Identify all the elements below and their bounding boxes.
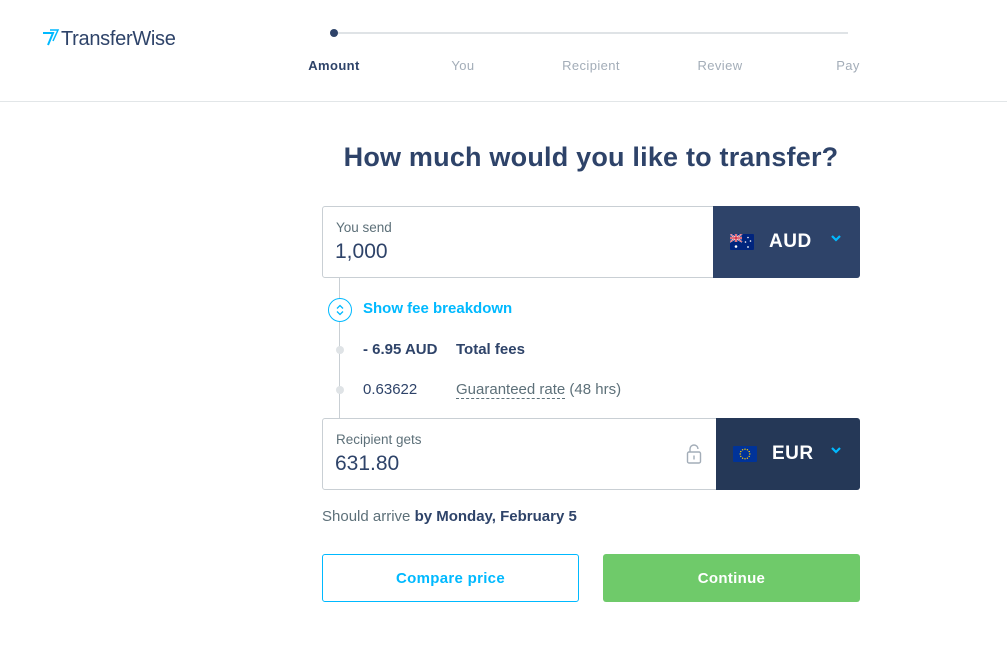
arrival-estimate: Should arrive by Monday, February 5: [322, 508, 577, 525]
exchange-rate-value: 0.63622: [363, 381, 418, 398]
rate-dot: [336, 386, 344, 394]
stepper-track: [334, 32, 848, 34]
step-review: Review: [697, 58, 743, 73]
total-fee-amount: - 6.95 AUD: [363, 341, 438, 358]
brand-name: TransferWise: [61, 28, 176, 50]
guaranteed-rate-link[interactable]: Guaranteed rate: [456, 381, 566, 399]
recipient-currency-code: EUR: [772, 443, 814, 464]
brand-logo[interactable]: TransferWise: [41, 28, 176, 51]
logo-mark-icon: [43, 28, 60, 45]
eu-flag-icon: [733, 446, 757, 462]
continue-button[interactable]: Continue: [603, 554, 860, 602]
rate-duration: (48 hrs): [569, 381, 622, 398]
step-recipient: Recipient: [562, 58, 620, 73]
guaranteed-rate-info: Guaranteed rate (48 hrs): [456, 381, 622, 399]
send-amount-input[interactable]: 1,000: [335, 240, 388, 264]
fee-dot: [336, 346, 344, 354]
send-amount-field[interactable]: You send 1,000 AUD: [322, 206, 860, 278]
step-amount: Amount: [308, 58, 360, 73]
chevron-down-icon: [831, 235, 841, 242]
show-fee-breakdown-link[interactable]: Show fee breakdown: [363, 300, 512, 317]
top-header: TransferWise Amount You Recipient Review…: [0, 0, 1007, 102]
unlock-icon[interactable]: [685, 443, 703, 465]
send-currency-code: AUD: [769, 231, 812, 252]
page-title: How much would you like to transfer?: [343, 142, 839, 172]
compare-price-button[interactable]: Compare price: [322, 554, 579, 602]
australia-flag-icon: [730, 234, 754, 250]
arrival-prefix: Should arrive: [322, 508, 411, 525]
stepper-current-dot: [330, 29, 338, 37]
chevron-down-icon: [831, 447, 841, 454]
fee-breakdown-toggle-icon[interactable]: [328, 298, 352, 322]
arrival-date: by Monday, February 5: [414, 508, 577, 525]
recipient-currency-select[interactable]: EUR: [716, 418, 860, 490]
recipient-amount-field[interactable]: Recipient gets 631.80 EUR: [322, 418, 860, 490]
recipient-label: Recipient gets: [336, 432, 422, 447]
recipient-amount-input[interactable]: 631.80: [335, 452, 399, 476]
total-fee-label: Total fees: [456, 341, 525, 358]
progress-stepper: Amount You Recipient Review Pay: [300, 24, 880, 84]
send-currency-select[interactable]: AUD: [713, 206, 860, 278]
send-label: You send: [336, 220, 392, 235]
step-you: You: [451, 58, 475, 73]
step-pay: Pay: [836, 58, 860, 73]
